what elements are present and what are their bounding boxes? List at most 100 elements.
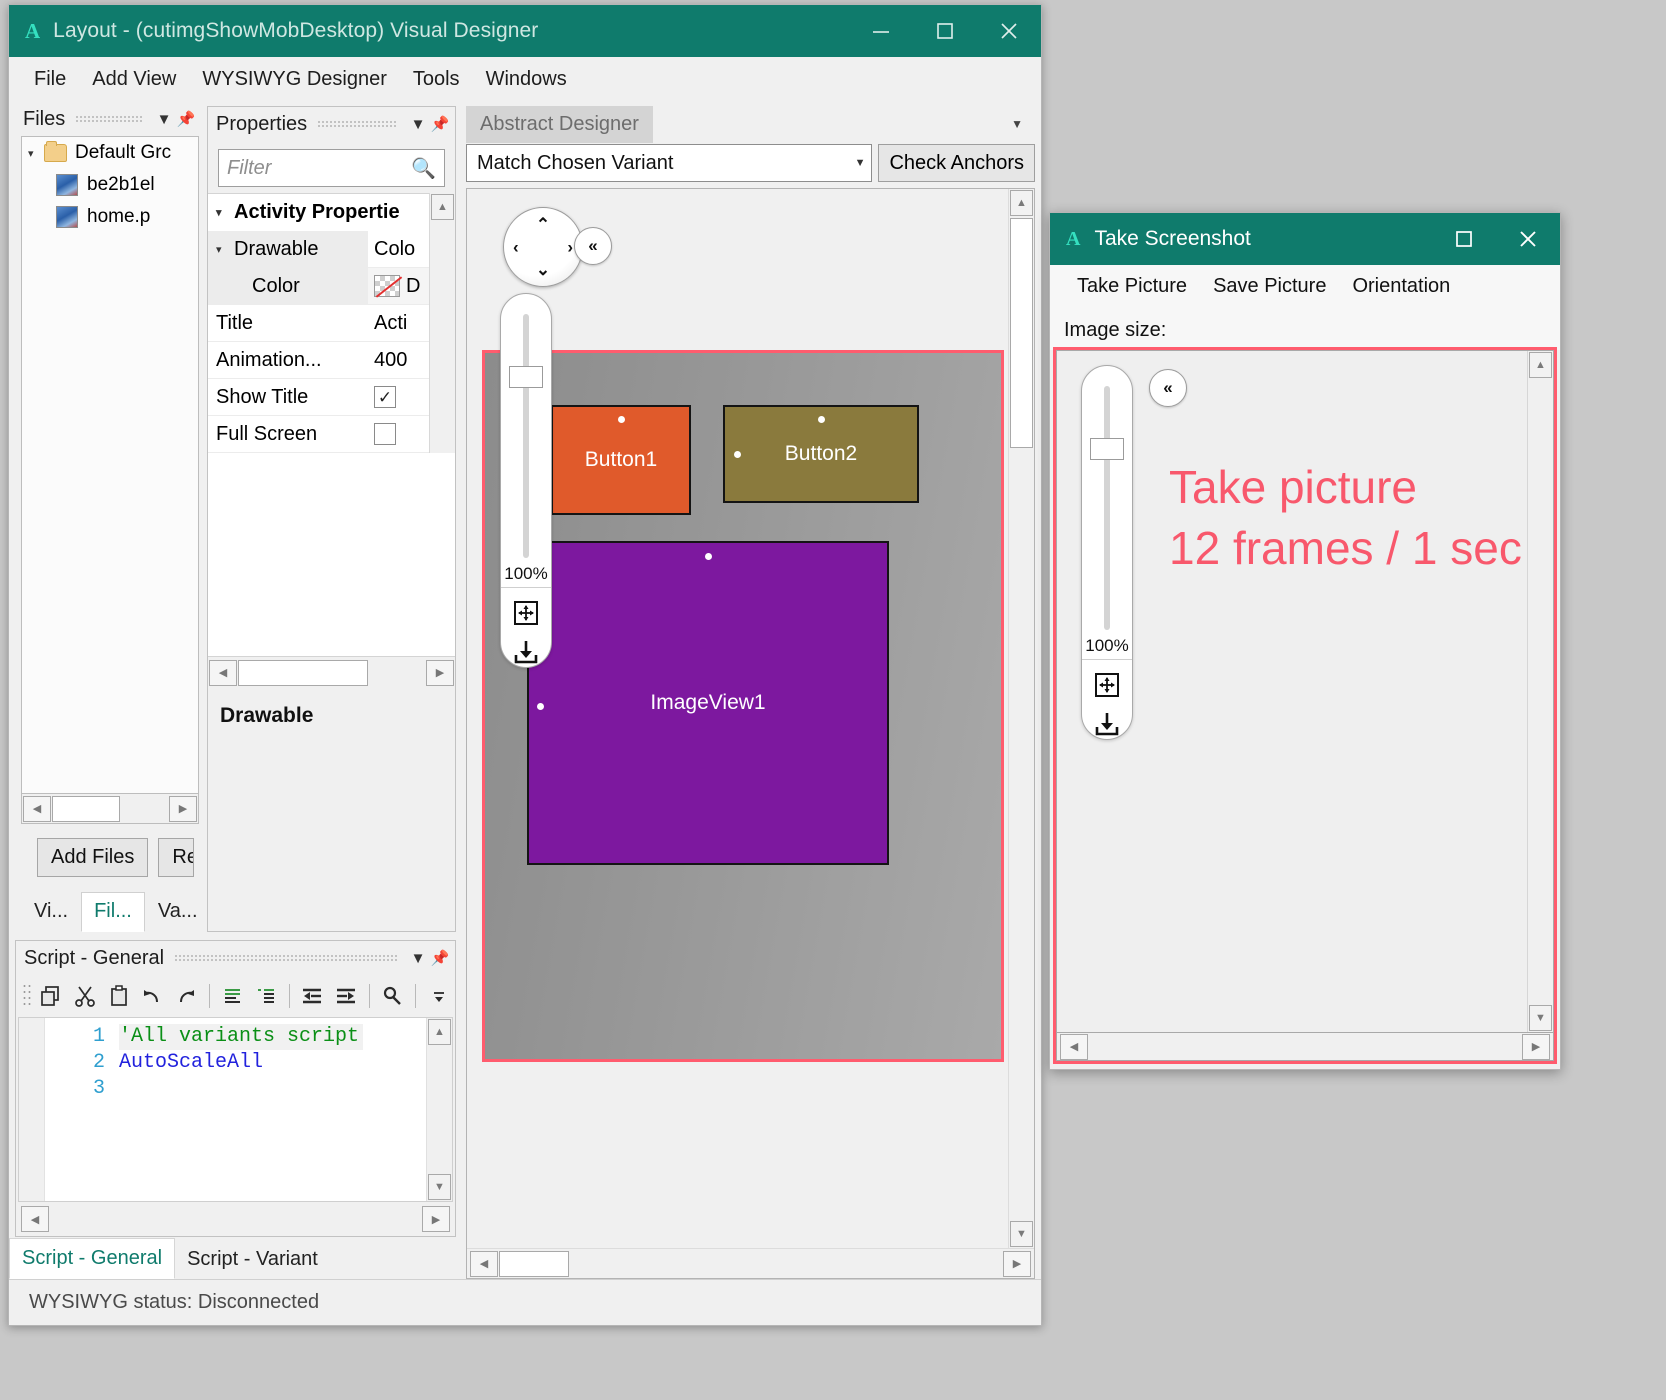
chevron-down-icon[interactable]: ▼ <box>407 950 429 967</box>
scroll-right-icon[interactable]: ▶ <box>1003 1251 1031 1277</box>
copy-icon[interactable] <box>36 980 68 1013</box>
take-screenshot-canvas[interactable]: 100% « Take picture 12 frames / 1 sec <box>1057 351 1527 1032</box>
check-anchors-button[interactable]: Check Anchors <box>878 144 1035 182</box>
designer-hscrollbar[interactable]: ◀ ▶ <box>467 1248 1034 1278</box>
tab-variants[interactable]: Va... <box>145 892 211 932</box>
zoom-slider-thumb[interactable] <box>509 366 543 388</box>
scroll-left-icon[interactable]: ◀ <box>21 1206 49 1232</box>
full-screen-checkbox[interactable] <box>374 423 396 445</box>
script-panel-grip[interactable] <box>174 954 397 963</box>
property-value[interactable]: ✓ <box>368 386 429 408</box>
editor-code-area[interactable]: 'All variants script AutoScaleAll <box>119 1018 426 1201</box>
minimize-icon[interactable] <box>849 5 913 57</box>
tab-views[interactable]: Vi... <box>21 892 81 932</box>
designer-view-imageview1[interactable]: ImageView1 <box>527 541 889 865</box>
scroll-down-icon[interactable]: ▼ <box>1010 1221 1033 1247</box>
save-download-icon[interactable] <box>511 637 541 667</box>
show-title-checkbox[interactable]: ✓ <box>374 386 396 408</box>
menu-add-view[interactable]: Add View <box>79 64 189 95</box>
menu-save-picture[interactable]: Save Picture <box>1200 271 1339 302</box>
chevron-down-icon[interactable]: ▼ <box>153 111 175 128</box>
property-value[interactable]: Acti <box>368 312 429 335</box>
designer-view-button1[interactable]: Button1 <box>551 405 691 515</box>
expander-icon[interactable]: ▾ <box>216 243 234 256</box>
expander-icon[interactable]: ▾ <box>28 147 44 160</box>
scroll-right-icon[interactable]: ▶ <box>169 796 197 822</box>
scroll-left-icon[interactable]: ◀ <box>23 796 51 822</box>
pan-dpad-control[interactable]: ⌃ ⌄ ‹ › <box>503 207 583 287</box>
menu-wysiwyg-designer[interactable]: WYSIWYG Designer <box>189 64 399 95</box>
designer-canvas[interactable]: Button1 Button2 Imag <box>467 189 1008 1248</box>
menu-tools[interactable]: Tools <box>400 64 473 95</box>
collapse-toolbar-icon[interactable]: « <box>574 227 612 265</box>
designer-view-button2[interactable]: Button2 <box>723 405 919 503</box>
scroll-up-icon[interactable]: ▲ <box>1529 352 1552 378</box>
menu-take-picture[interactable]: Take Picture <box>1064 271 1200 302</box>
scroll-up-icon[interactable]: ▲ <box>431 194 454 220</box>
tab-abstract-designer[interactable]: Abstract Designer <box>466 106 653 143</box>
anchor-handle[interactable] <box>618 416 625 423</box>
editor-vscrollbar[interactable]: ▲ ▼ <box>426 1018 452 1201</box>
property-row-show-title[interactable]: Show Title ✓ <box>208 379 429 416</box>
properties-hscrollbar[interactable]: ◀ ▶ <box>208 656 455 688</box>
menu-windows[interactable]: Windows <box>473 64 580 95</box>
files-tree-hscrollbar[interactable]: ◀ ▶ <box>21 794 199 824</box>
anchor-handle[interactable] <box>818 416 825 423</box>
property-value[interactable] <box>368 423 429 445</box>
properties-vscrollbar[interactable]: ▲ <box>429 193 455 453</box>
color-swatch-icon[interactable] <box>374 275 400 297</box>
scroll-right-icon[interactable]: ▶ <box>1522 1034 1550 1060</box>
comment-icon[interactable] <box>217 980 249 1013</box>
outdent-icon[interactable] <box>297 980 329 1013</box>
toolbar-drag-handle[interactable] <box>22 983 32 1009</box>
designer-vscrollbar[interactable]: ▲ ▼ <box>1008 189 1034 1248</box>
save-download-icon[interactable] <box>1092 709 1122 739</box>
ts-collapse-toolbar-icon[interactable]: « <box>1149 369 1187 407</box>
scroll-left-icon[interactable]: ◀ <box>470 1251 498 1277</box>
scrollbar-thumb[interactable] <box>1010 218 1033 448</box>
chevron-down-icon[interactable]: ▼ <box>855 157 866 169</box>
scroll-left-icon[interactable]: ◀ <box>209 660 237 686</box>
ts-hscrollbar[interactable]: ◀ ▶ <box>1056 1033 1554 1061</box>
search-icon[interactable]: 🔍 <box>411 156 436 181</box>
ts-zoom-control-strip[interactable]: 100% <box>1081 365 1133 740</box>
property-row-color[interactable]: Color D <box>208 268 429 305</box>
menu-orientation[interactable]: Orientation <box>1339 271 1463 302</box>
ts-zoom-slider[interactable] <box>1104 386 1110 630</box>
filter-input-wrap[interactable]: Filter 🔍 <box>218 149 445 187</box>
files-panel-grip[interactable] <box>75 115 143 124</box>
cut-icon[interactable] <box>69 980 101 1013</box>
dpad-right-icon[interactable]: › <box>567 239 573 256</box>
property-value[interactable]: Colo <box>368 238 429 261</box>
tree-item-be2b1el[interactable]: be2b1el <box>22 169 198 201</box>
dpad-left-icon[interactable]: ‹ <box>513 239 519 256</box>
ts-zoom-slider-thumb[interactable] <box>1090 438 1124 460</box>
undo-icon[interactable] <box>136 980 168 1013</box>
editor-hscrollbar[interactable]: ◀ ▶ <box>16 1202 455 1236</box>
chevron-down-icon[interactable]: ▼ <box>1011 117 1035 131</box>
property-value[interactable]: D <box>368 268 429 304</box>
dpad-up-icon[interactable]: ⌃ <box>536 216 550 233</box>
expander-icon[interactable]: ▾ <box>216 206 234 219</box>
scroll-right-icon[interactable]: ▶ <box>422 1206 450 1232</box>
scroll-up-icon[interactable]: ▲ <box>1010 190 1033 216</box>
variant-select[interactable]: Match Chosen Variant ▼ <box>466 144 872 182</box>
zoom-slider[interactable] <box>523 314 529 558</box>
property-row-drawable[interactable]: ▾ Drawable Colo <box>208 231 429 268</box>
scroll-down-icon[interactable]: ▼ <box>428 1174 451 1200</box>
pin-icon[interactable]: 📌 <box>429 949 451 967</box>
move-tool-icon[interactable] <box>511 598 541 628</box>
scroll-down-icon[interactable]: ▼ <box>1529 1005 1552 1031</box>
properties-panel-grip[interactable] <box>317 120 397 129</box>
redo-icon[interactable] <box>170 980 202 1013</box>
tab-script-general[interactable]: Script - General <box>9 1238 175 1279</box>
property-group-row[interactable]: ▾ Activity Propertie <box>208 194 429 231</box>
anchor-handle[interactable] <box>537 703 544 710</box>
ts-vscrollbar[interactable]: ▲ ▼ <box>1527 351 1553 1032</box>
anchor-handle[interactable] <box>705 553 712 560</box>
tree-item-default-group[interactable]: ▾ Default Grc <box>22 137 198 169</box>
overflow-icon[interactable] <box>423 980 455 1013</box>
property-value[interactable]: 400 <box>368 349 429 372</box>
tree-item-home[interactable]: home.p <box>22 201 198 233</box>
maximize-icon[interactable] <box>1432 213 1496 265</box>
